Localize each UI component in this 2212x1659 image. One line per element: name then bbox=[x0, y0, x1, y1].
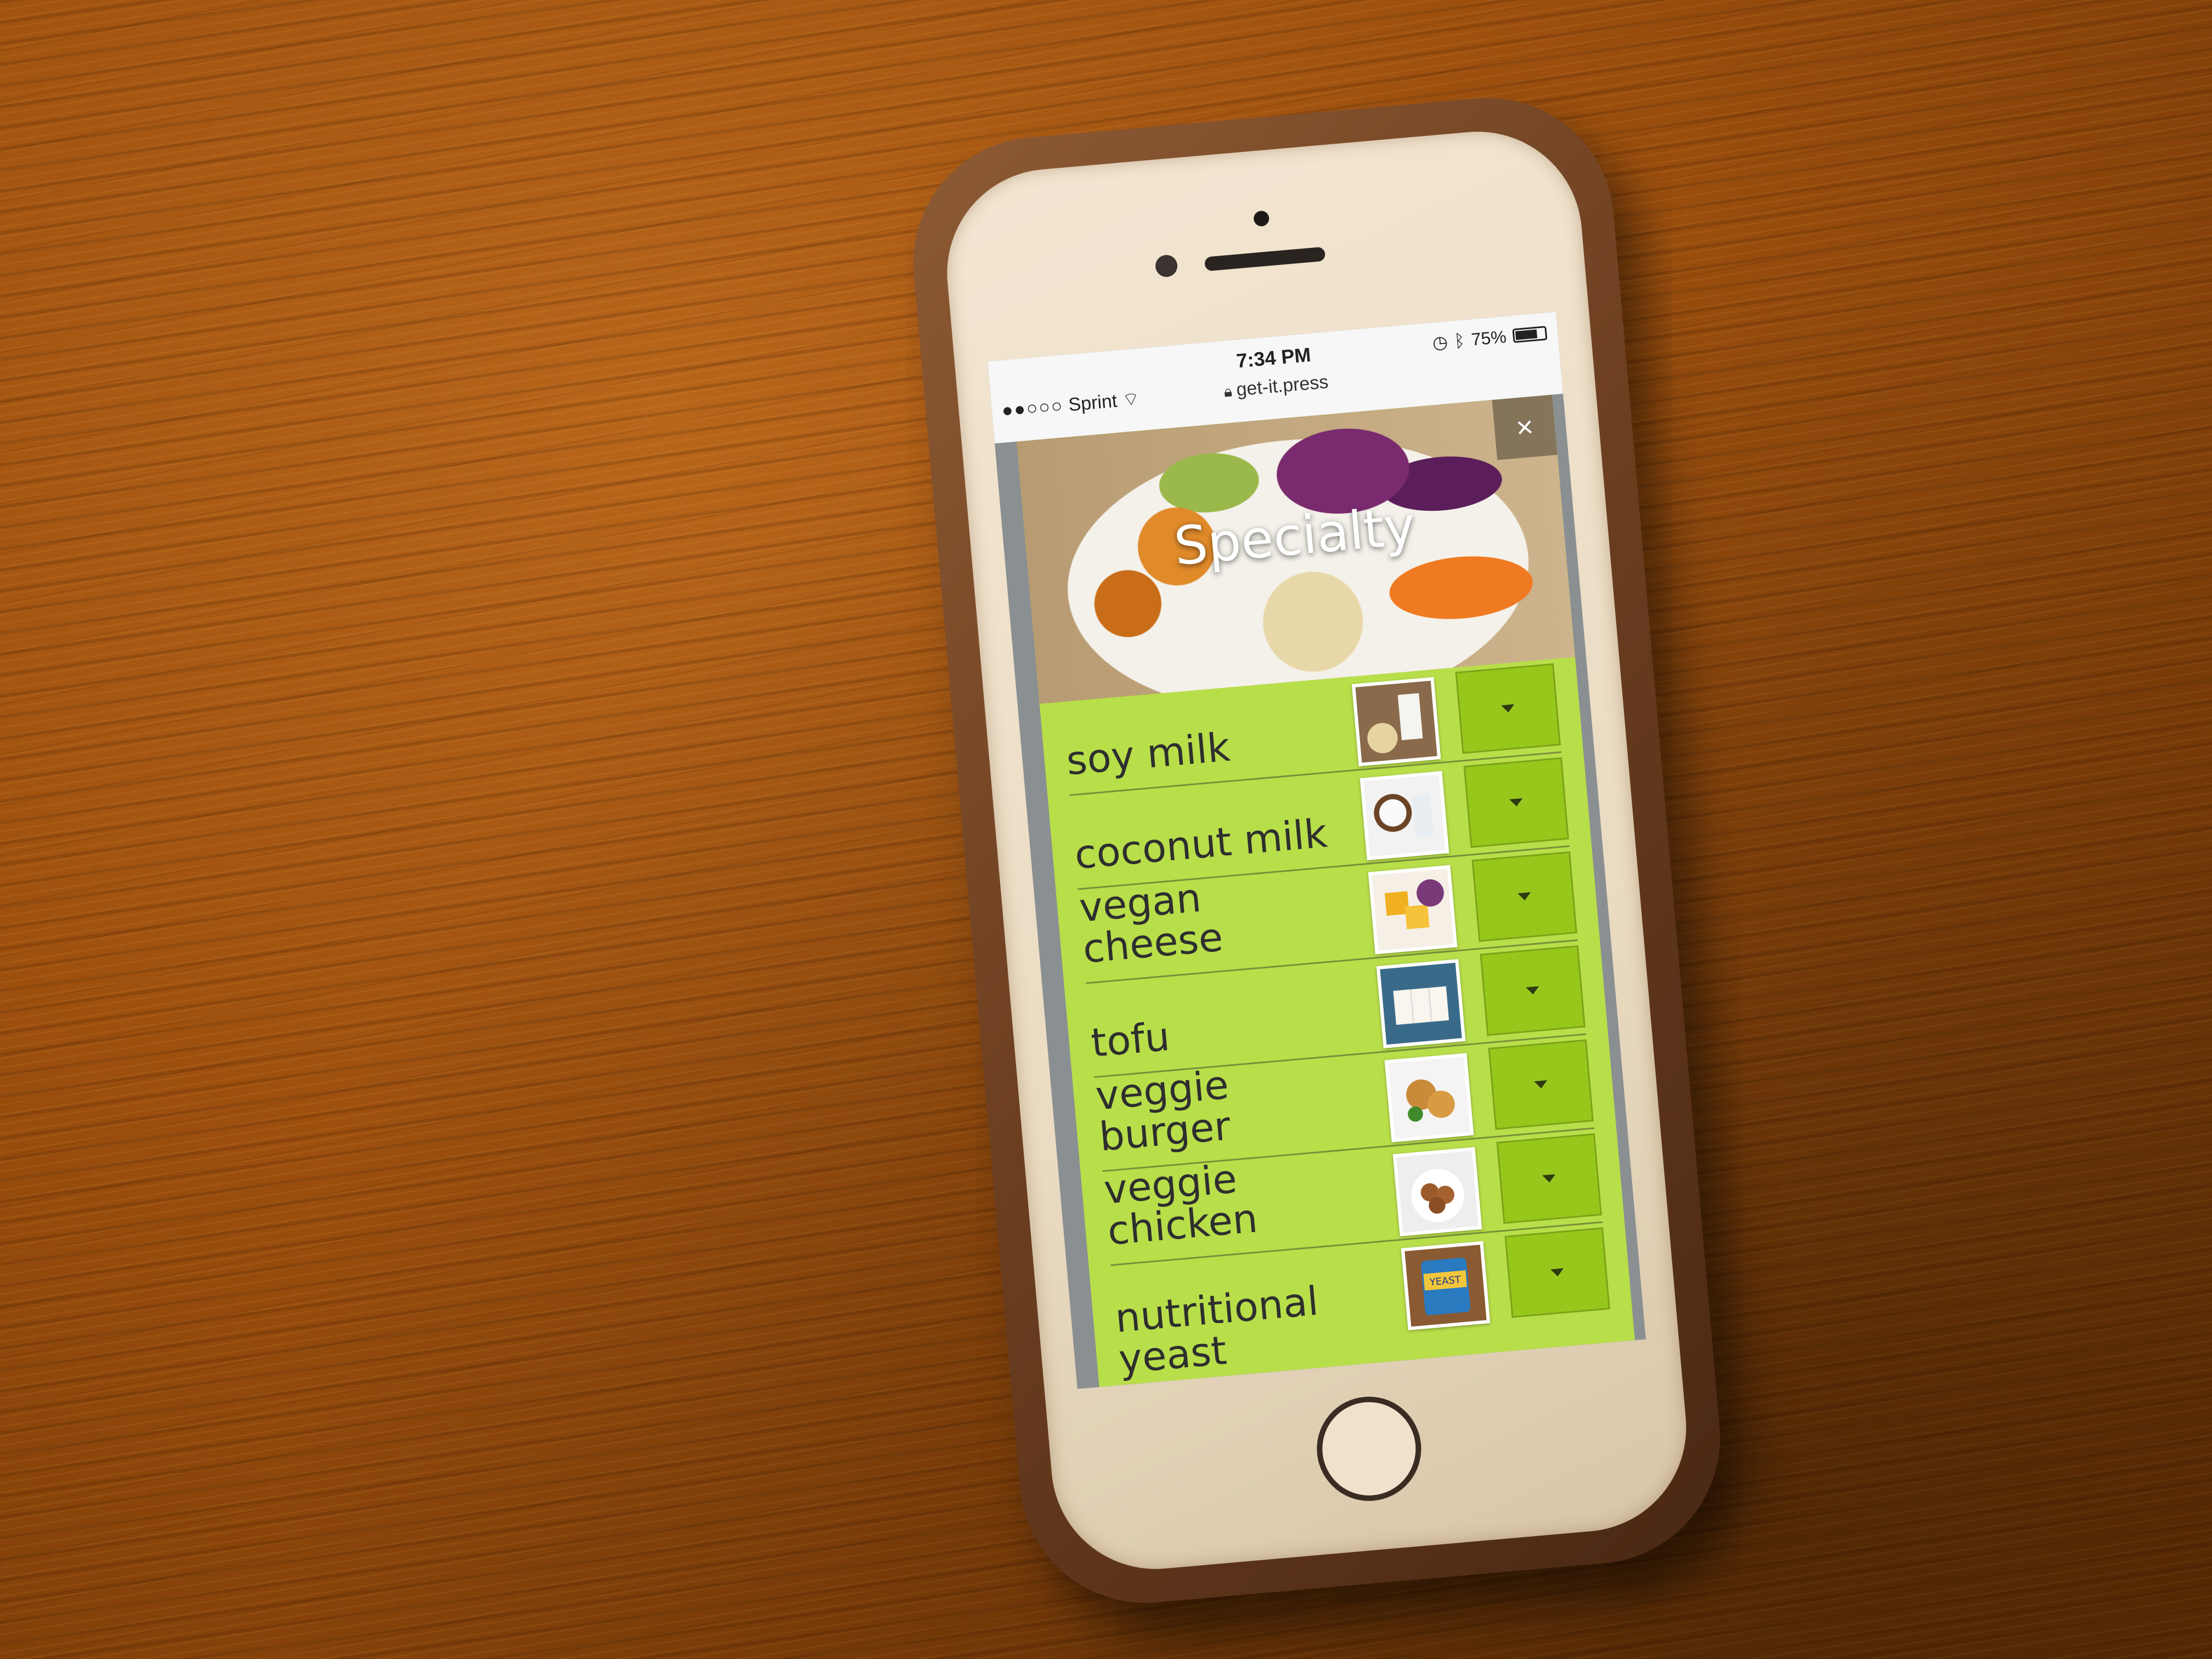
chevron-down-icon bbox=[1501, 704, 1515, 713]
item-list: soy milk coconut milk vegan cheese tofu … bbox=[1040, 657, 1635, 1387]
chevron-down-icon bbox=[1534, 1080, 1548, 1090]
lock-icon: 🔒︎ bbox=[1223, 382, 1233, 400]
chevron-down-icon bbox=[1526, 986, 1540, 995]
close-button[interactable]: × bbox=[1492, 394, 1558, 460]
item-label: tofu bbox=[1089, 1013, 1172, 1066]
soy-milk-photo bbox=[1355, 680, 1437, 763]
modal-title: Specialty bbox=[1171, 495, 1418, 578]
phone-screen: ●●○○○ Sprint ⌔ 7:34 PM ◷ ᛒ 75% 🔒︎ get-it.… bbox=[988, 312, 1646, 1389]
specialty-modal: Specialty × soy milk coconut milk vegan … bbox=[1016, 394, 1635, 1387]
bluetooth-icon: ᛒ bbox=[1453, 330, 1466, 351]
quantity-dropdown[interactable] bbox=[1504, 1227, 1610, 1318]
coconut-milk-photo bbox=[1363, 775, 1446, 857]
tofu-photo bbox=[1380, 962, 1462, 1045]
vegan-cheese-thumbnail bbox=[1368, 865, 1458, 955]
item-label: coconut milk bbox=[1073, 810, 1329, 878]
soy-milk-thumbnail bbox=[1351, 677, 1441, 766]
quantity-dropdown[interactable] bbox=[1480, 945, 1585, 1036]
quantity-dropdown[interactable] bbox=[1496, 1133, 1602, 1224]
veggie-chicken-photo bbox=[1396, 1150, 1479, 1233]
url-text: get-it.press bbox=[1235, 371, 1329, 400]
quantity-dropdown[interactable] bbox=[1488, 1039, 1594, 1130]
nutritional-yeast-photo: YEAST bbox=[1404, 1244, 1487, 1327]
battery-percent: 75% bbox=[1470, 326, 1508, 349]
quantity-dropdown[interactable] bbox=[1471, 851, 1577, 942]
vegan-cheese-photo bbox=[1372, 868, 1454, 951]
veggie-chicken-thumbnail bbox=[1392, 1147, 1482, 1237]
coconut-milk-thumbnail bbox=[1359, 771, 1449, 861]
quantity-dropdown[interactable] bbox=[1455, 663, 1561, 754]
chevron-down-icon bbox=[1550, 1268, 1565, 1277]
quantity-dropdown[interactable] bbox=[1463, 757, 1569, 848]
battery-icon bbox=[1512, 325, 1548, 343]
chevron-down-icon bbox=[1542, 1174, 1556, 1183]
veggie-burger-photo bbox=[1388, 1057, 1470, 1139]
veggie-burger-thumbnail bbox=[1384, 1053, 1474, 1143]
hero-food-image: Specialty × bbox=[1016, 394, 1576, 704]
alarm-icon: ◷ bbox=[1431, 331, 1449, 353]
chevron-down-icon bbox=[1517, 892, 1532, 901]
tofu-thumbnail bbox=[1376, 959, 1466, 1048]
item-label: nutritional yeast bbox=[1113, 1277, 1321, 1383]
chevron-down-icon bbox=[1509, 798, 1523, 807]
nutritional-yeast-thumbnail: YEAST bbox=[1401, 1241, 1491, 1330]
item-label: soy milk bbox=[1064, 724, 1232, 785]
